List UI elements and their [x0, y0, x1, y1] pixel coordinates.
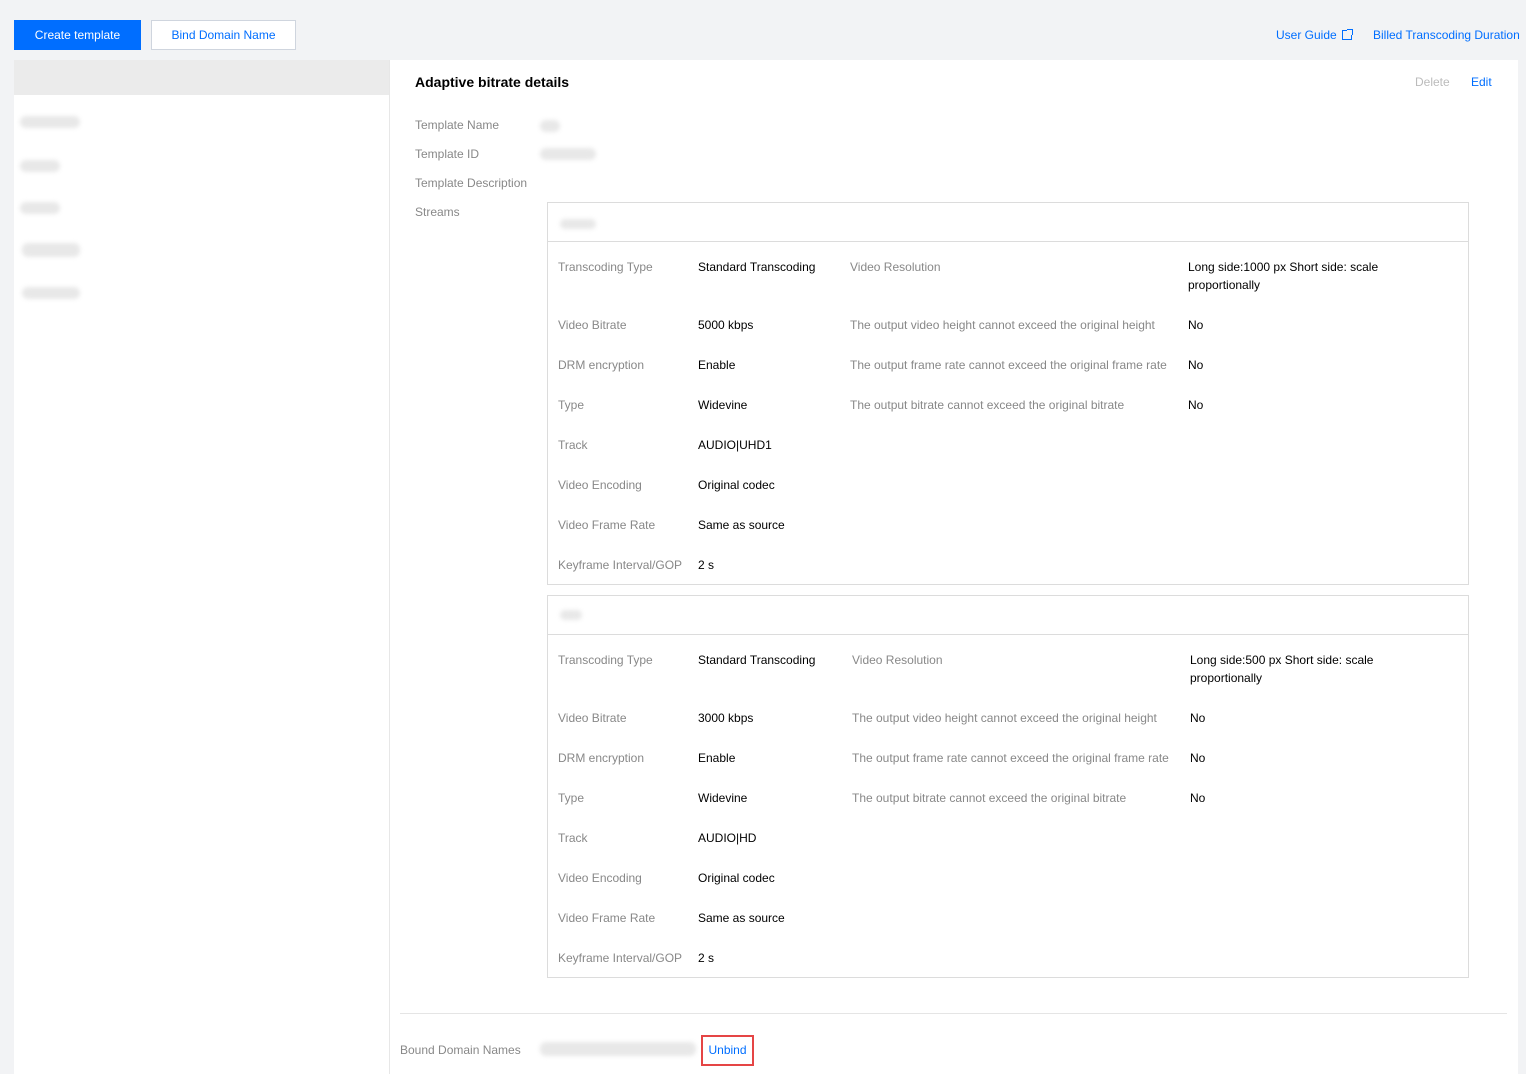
template-list-item[interactable]: [22, 243, 80, 257]
video-encoding-label: Video Encoding: [558, 871, 642, 885]
create-template-button[interactable]: Create template: [14, 20, 141, 50]
frame-rate-limit-label: The output frame rate cannot exceed the …: [850, 358, 1167, 372]
external-link-icon: [1341, 29, 1353, 40]
height-limit-label: The output video height cannot exceed th…: [852, 711, 1157, 725]
video-frame-rate-value: Same as source: [698, 911, 785, 925]
video-bitrate-label: Video Bitrate: [558, 318, 627, 332]
bitrate-limit-value: No: [1188, 398, 1204, 412]
frame-rate-limit-value: No: [1188, 358, 1204, 372]
template-list: [14, 60, 390, 1074]
template-list-item[interactable]: [22, 287, 80, 299]
template-list-item[interactable]: [20, 160, 60, 172]
template-list-item[interactable]: [20, 116, 80, 128]
bitrate-limit-value: No: [1190, 791, 1206, 805]
stream-name: [560, 219, 596, 229]
track-value: AUDIO|UHD1: [698, 438, 772, 452]
edit-button[interactable]: Edit: [1471, 75, 1492, 89]
video-bitrate-value: 5000 kbps: [698, 318, 754, 332]
top-toolbar: Create template Bind Domain Name User Gu…: [0, 0, 1526, 60]
template-id-value: [540, 148, 596, 160]
template-description-label: Template Description: [415, 176, 528, 190]
stream-header: [548, 203, 1468, 242]
transcoding-type-label: Transcoding Type: [558, 260, 653, 274]
video-encoding-value: Original codec: [698, 478, 775, 492]
drm-type-value: Widevine: [698, 398, 748, 412]
stream-name: [560, 610, 582, 620]
bitrate-limit-label: The output bitrate cannot exceed the ori…: [850, 398, 1125, 412]
gop-label: Keyframe Interval/GOP: [558, 951, 683, 965]
video-bitrate-value: 3000 kbps: [698, 711, 754, 725]
delete-button[interactable]: Delete: [1415, 75, 1450, 89]
video-frame-rate-label: Video Frame Rate: [558, 911, 656, 925]
transcoding-type-value: Standard Transcoding: [698, 260, 816, 274]
gop-value: 2 s: [698, 951, 715, 965]
drm-encryption-value: Enable: [698, 751, 736, 765]
gop-label: Keyframe Interval/GOP: [558, 558, 683, 572]
height-limit-value: No: [1188, 318, 1204, 332]
template-list-item-selected[interactable]: [14, 60, 389, 95]
unbind-button[interactable]: Unbind: [701, 1035, 754, 1066]
billed-duration-link[interactable]: Billed Transcoding Duration: [1373, 28, 1520, 42]
video-resolution-value: Long side:500 px Short side: scale propo…: [1190, 653, 1374, 685]
bound-domain-value: [540, 1042, 696, 1056]
video-frame-rate-value: Same as source: [698, 518, 785, 532]
drm-type-value: Widevine: [698, 791, 748, 805]
video-bitrate-label: Video Bitrate: [558, 711, 627, 725]
stream-header: [548, 596, 1468, 635]
bound-domains-label: Bound Domain Names: [400, 1043, 521, 1057]
template-id-label: Template ID: [415, 147, 480, 161]
track-value: AUDIO|HD: [698, 831, 757, 845]
frame-rate-limit-value: No: [1190, 751, 1206, 765]
height-limit-value: No: [1190, 711, 1206, 725]
drm-encryption-label: DRM encryption: [558, 358, 645, 372]
gop-value: 2 s: [698, 558, 715, 572]
height-limit-label: The output video height cannot exceed th…: [850, 318, 1155, 332]
user-guide-label: User Guide: [1276, 28, 1337, 42]
frame-rate-limit-label: The output frame rate cannot exceed the …: [852, 751, 1169, 765]
drm-encryption-label: DRM encryption: [558, 751, 645, 765]
video-encoding-label: Video Encoding: [558, 478, 642, 492]
detail-panel: Adaptive bitrate details Delete Edit Tem…: [390, 60, 1518, 1074]
template-list-item[interactable]: [20, 202, 60, 214]
video-encoding-value: Original codec: [698, 871, 775, 885]
drm-encryption-value: Enable: [698, 358, 736, 372]
section-divider: [400, 1013, 1507, 1014]
streams-label: Streams: [415, 205, 460, 219]
video-frame-rate-label: Video Frame Rate: [558, 518, 656, 532]
page-title: Adaptive bitrate details: [415, 74, 570, 90]
stream-card: Transcoding Type Standard Transcoding Vi…: [547, 595, 1469, 978]
drm-type-label: Type: [558, 398, 585, 412]
stream-card: Transcoding Type Standard Transcoding Vi…: [547, 202, 1469, 585]
transcoding-type-label: Transcoding Type: [558, 653, 653, 667]
drm-type-label: Type: [558, 791, 585, 805]
user-guide-link[interactable]: User Guide: [1276, 28, 1353, 42]
video-resolution-label: Video Resolution: [852, 653, 943, 667]
transcoding-type-value: Standard Transcoding: [698, 653, 816, 667]
track-label: Track: [558, 831, 588, 845]
bitrate-limit-label: The output bitrate cannot exceed the ori…: [852, 791, 1127, 805]
template-name-label: Template Name: [415, 118, 500, 132]
video-resolution-value: Long side:1000 px Short side: scale prop…: [1188, 260, 1379, 292]
template-name-value: [540, 120, 560, 132]
bind-domain-button[interactable]: Bind Domain Name: [151, 20, 296, 50]
track-label: Track: [558, 438, 588, 452]
video-resolution-label: Video Resolution: [850, 260, 941, 274]
